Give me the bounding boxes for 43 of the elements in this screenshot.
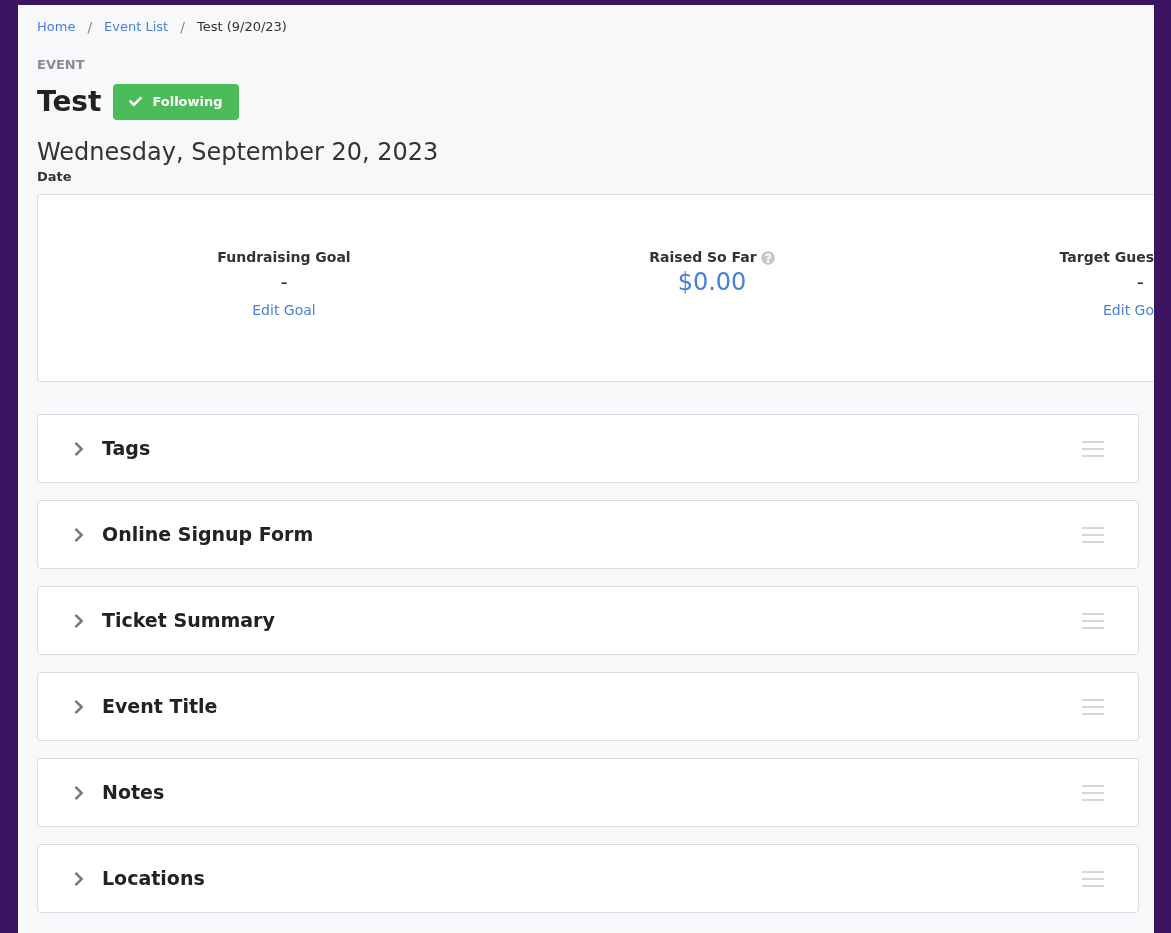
event-date: Wednesday, September 20, 2023 xyxy=(37,136,439,167)
drag-handle-icon xyxy=(1082,524,1104,545)
eyebrow-label: EVENT xyxy=(37,56,85,74)
stat-value: - xyxy=(280,269,288,296)
section-title: Tags xyxy=(102,436,151,462)
drag-handle-icon xyxy=(1082,782,1104,803)
stat-value: - xyxy=(1136,269,1144,296)
check-icon xyxy=(129,95,143,108)
section-header[interactable]: Locations xyxy=(37,844,1139,913)
section-header[interactable]: Ticket Summary xyxy=(37,586,1139,655)
section-header[interactable]: Event Title xyxy=(37,672,1139,741)
drag-handle-icon xyxy=(1082,438,1104,459)
stat-label: Target Gues xyxy=(1059,248,1154,267)
drag-handle-icon xyxy=(1082,868,1104,889)
section-title: Ticket Summary xyxy=(102,608,275,634)
chevron-right-icon xyxy=(72,698,86,715)
chevron-right-icon xyxy=(72,784,86,801)
chevron-right-icon xyxy=(72,870,86,887)
section-title: Locations xyxy=(102,866,205,892)
breadcrumb-separator: / xyxy=(87,17,93,37)
section-title: Event Title xyxy=(102,694,218,720)
section-header[interactable]: Tags xyxy=(37,414,1139,483)
breadcrumb-separator: / xyxy=(180,17,185,37)
section-header[interactable]: Notes xyxy=(37,758,1139,827)
edit-goal-link[interactable]: Edit Goal xyxy=(252,300,316,321)
chevron-right-icon xyxy=(72,440,86,457)
edit-goal-link[interactable]: Edit Go xyxy=(1103,300,1154,321)
section-title: Notes xyxy=(102,780,165,806)
section-header[interactable]: Online Signup Form xyxy=(37,500,1139,569)
drag-handle-icon xyxy=(1082,610,1104,631)
chevron-right-icon xyxy=(72,612,86,629)
breadcrumb-current: Test (9/20/23) xyxy=(196,18,287,37)
stat-value: $0.00 xyxy=(677,268,747,296)
drag-handle-icon xyxy=(1082,696,1104,717)
breadcrumb-link[interactable]: Event List xyxy=(104,17,169,37)
date-label: Date xyxy=(37,167,72,186)
help-icon xyxy=(760,250,775,265)
section-title: Online Signup Form xyxy=(102,522,314,548)
breadcrumb-link[interactable]: Home xyxy=(37,17,76,37)
stat-label: Raised So Far xyxy=(649,248,757,267)
stat-label: Fundraising Goal xyxy=(217,248,351,267)
chevron-right-icon xyxy=(72,526,86,543)
event-title: Test xyxy=(37,83,102,120)
